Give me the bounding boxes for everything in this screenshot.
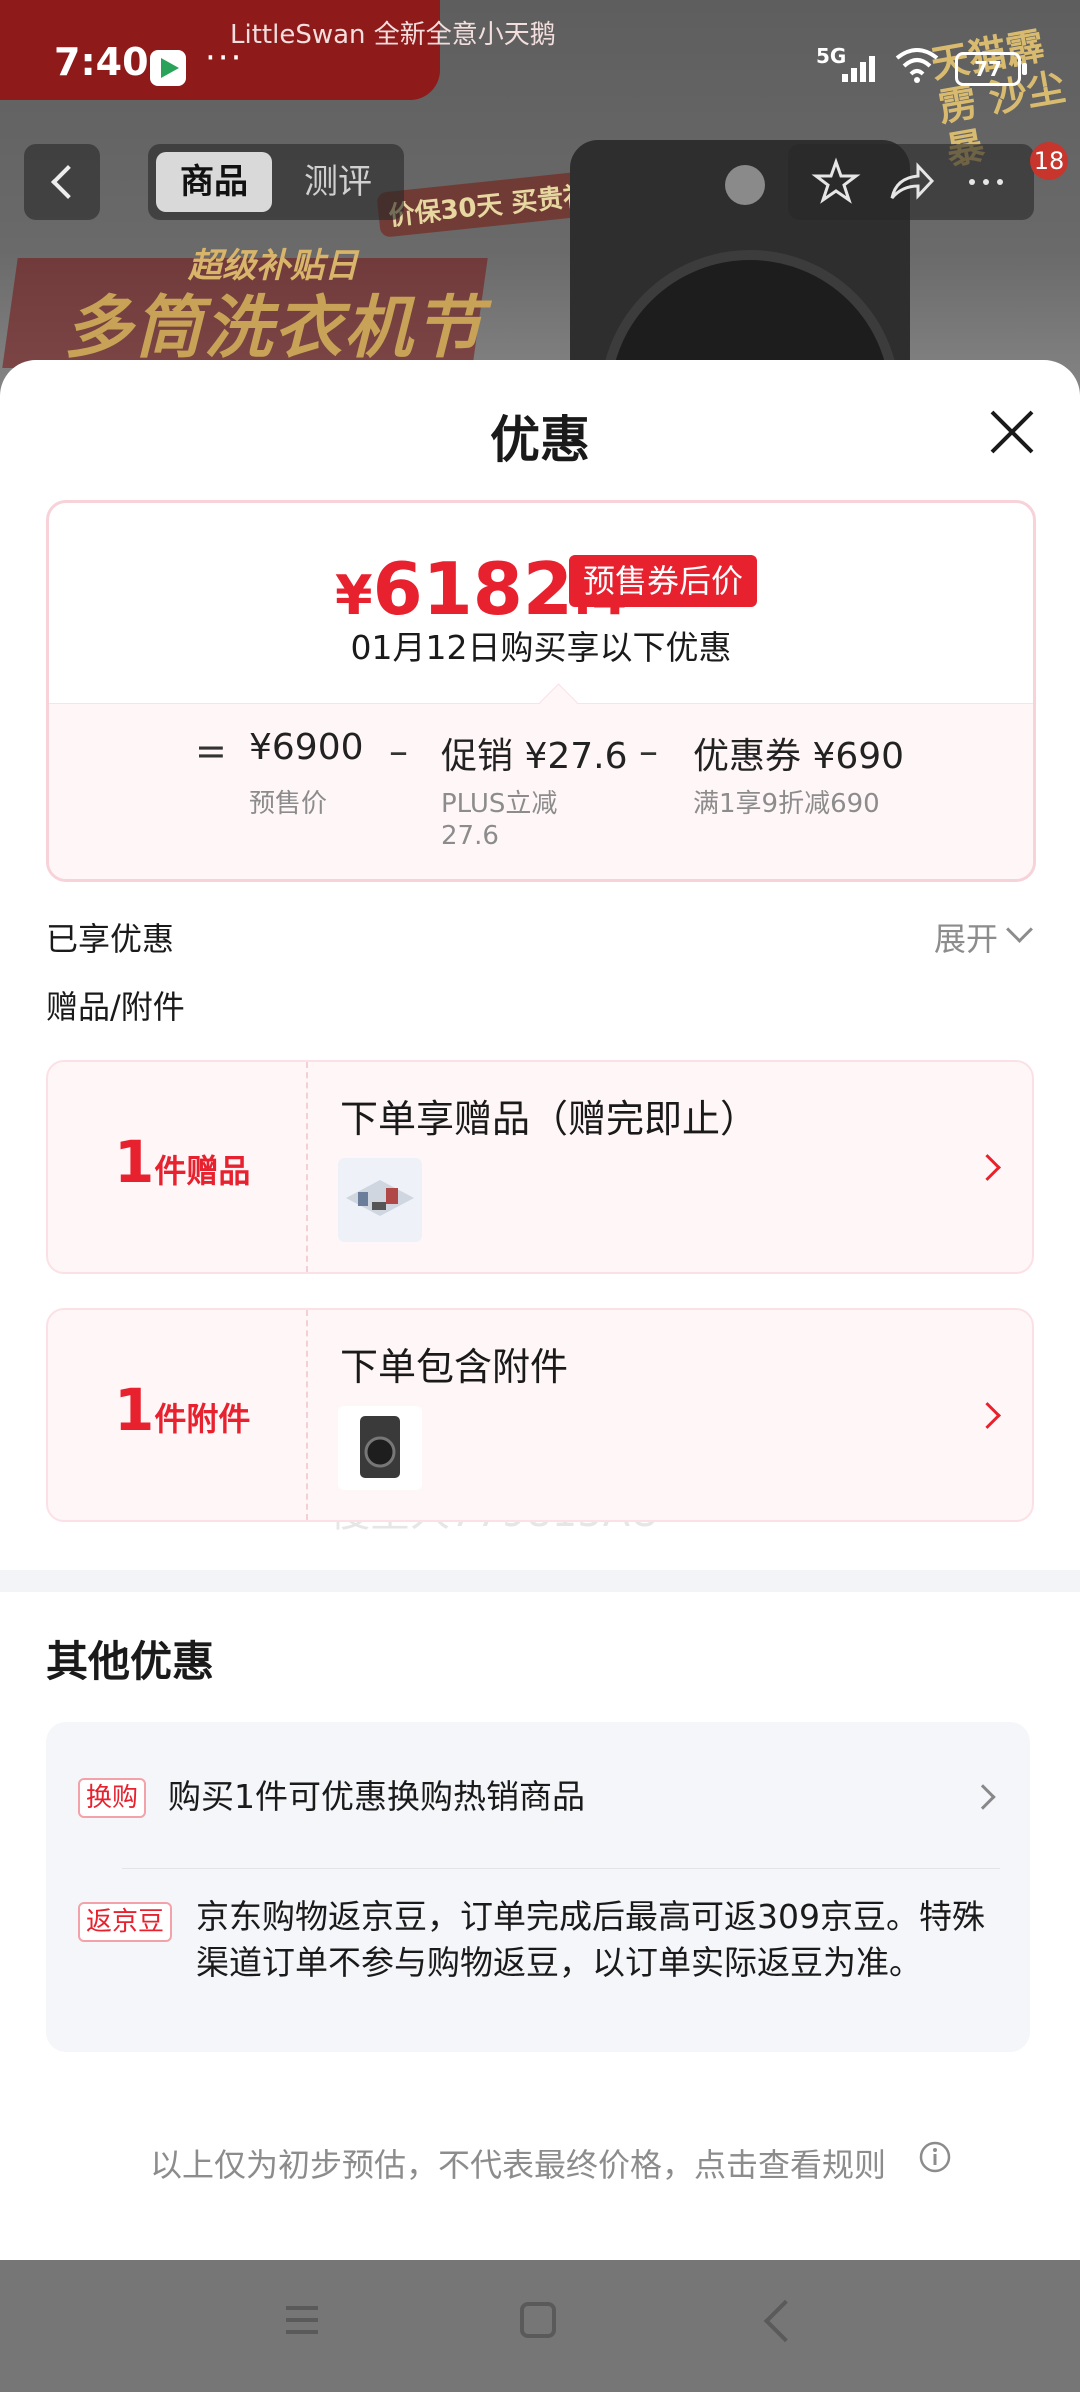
divider <box>122 1868 1000 1869</box>
price-badge: 预售券后价 <box>569 555 758 607</box>
minus-sign-1: – <box>389 729 408 773</box>
gift-count: 1件赠品 <box>114 1128 250 1196</box>
more-notifications-icon: ··· <box>205 38 244 78</box>
promo-sub: 27.6 <box>441 821 499 851</box>
equals-sign: = <box>195 729 227 773</box>
system-navigation-bar <box>0 2260 1080 2392</box>
price-currency: ¥ <box>335 564 373 627</box>
promo-amount: 促销 ¥27.6 <box>441 736 628 777</box>
enjoyed-discounts-label: 已享优惠 <box>46 920 175 958</box>
toolbar-right <box>788 144 1034 220</box>
gifts-label: 赠品/附件 <box>46 988 185 1026</box>
back-icon[interactable] <box>763 2299 807 2343</box>
other-discounts-title: 其他优惠 <box>46 1637 215 1686</box>
accessory-thumbnail <box>338 1406 422 1490</box>
gift-count-number: 1 <box>114 1128 155 1196</box>
chevron-right-icon <box>974 1154 1001 1181</box>
chevron-right-icon <box>970 1784 996 1810</box>
battery-icon: 77 <box>955 52 1027 86</box>
washer-knob <box>725 165 765 205</box>
gift-count-unit: 件赠品 <box>154 1152 251 1190</box>
accessory-count-unit: 件附件 <box>154 1400 251 1438</box>
presale-label: 预售价 <box>249 789 328 819</box>
gift-thumbnail <box>338 1158 422 1242</box>
tab-review[interactable]: 测评 <box>280 152 396 212</box>
festival-title: 多筒洗衣机节 <box>64 289 485 368</box>
section-divider <box>0 1570 1080 1592</box>
gift-title: 下单享赠品（赠完即止） <box>340 1097 759 1141</box>
tab-product[interactable]: 商品 <box>156 152 272 212</box>
trade-in-tag: 换购 <box>78 1778 147 1818</box>
purchase-date-text: 01月12日购买享以下优惠 <box>350 628 732 667</box>
coupon-label: 满1享9折减690 <box>693 789 880 819</box>
expand-button[interactable]: 展开 <box>934 914 998 960</box>
gift-card[interactable]: 1件赠品 下单享赠品（赠完即止） <box>46 1060 1034 1274</box>
recent-apps-icon[interactable] <box>282 2300 322 2340</box>
signal-icon <box>842 52 882 82</box>
jingdou-tag: 返京豆 <box>78 1902 173 1942</box>
chevron-right-icon <box>974 1402 1001 1429</box>
disclaimer-text[interactable]: 以上仅为初步预估，不代表最终价格，点击查看规则 <box>0 2140 1036 2186</box>
more-icon[interactable] <box>958 154 1014 210</box>
jingdou-text: 京东购物返京豆，订单完成后最高可返309京豆。特殊渠道订单不参与购物返豆，以订单… <box>196 1897 985 1982</box>
discount-sheet: 优惠 ¥6182.4 预售券后价 01月12日购买享以下优惠 = ¥6900 预… <box>0 360 1080 2260</box>
price-integer: 6182 <box>372 547 573 631</box>
clock: 7:40 <box>54 40 149 84</box>
share-icon[interactable] <box>882 154 938 210</box>
star-icon[interactable] <box>808 154 864 210</box>
wifi-icon <box>895 48 939 83</box>
sheet-title: 优惠 <box>490 411 590 469</box>
trade-in-text: 购买1件可优惠换购热销商品 <box>168 1777 585 1816</box>
chevron-down-icon[interactable] <box>1006 916 1033 943</box>
accessory-count: 1件附件 <box>114 1376 250 1444</box>
coupon-amount: 优惠券 ¥690 <box>693 736 905 777</box>
product-tabs: 商品 测评 <box>148 144 404 220</box>
back-button[interactable] <box>24 144 100 220</box>
accessory-card[interactable]: 1件附件 下单包含附件 <box>46 1308 1034 1522</box>
accessory-title: 下单包含附件 <box>340 1345 569 1389</box>
status-bar: 7:40 ··· 5G 77 <box>0 0 1080 130</box>
presale-amount: ¥6900 <box>249 727 364 768</box>
play-store-icon <box>150 50 186 86</box>
promo-label: PLUS立减 <box>441 789 558 819</box>
accessory-count-number: 1 <box>114 1376 155 1444</box>
price-summary-card: ¥6182.4 预售券后价 01月12日购买享以下优惠 = ¥6900 预售价 … <box>46 500 1036 882</box>
close-icon[interactable] <box>984 404 1040 460</box>
minus-sign-2: – <box>639 729 658 773</box>
other-discounts-box: 换购 购买1件可优惠换购热销商品 返京豆 京东购物返京豆，订单完成后最高可返30… <box>46 1722 1030 2052</box>
notification-badge: 18 <box>1030 142 1068 180</box>
info-icon[interactable] <box>918 2140 952 2174</box>
home-icon[interactable] <box>520 2302 556 2338</box>
